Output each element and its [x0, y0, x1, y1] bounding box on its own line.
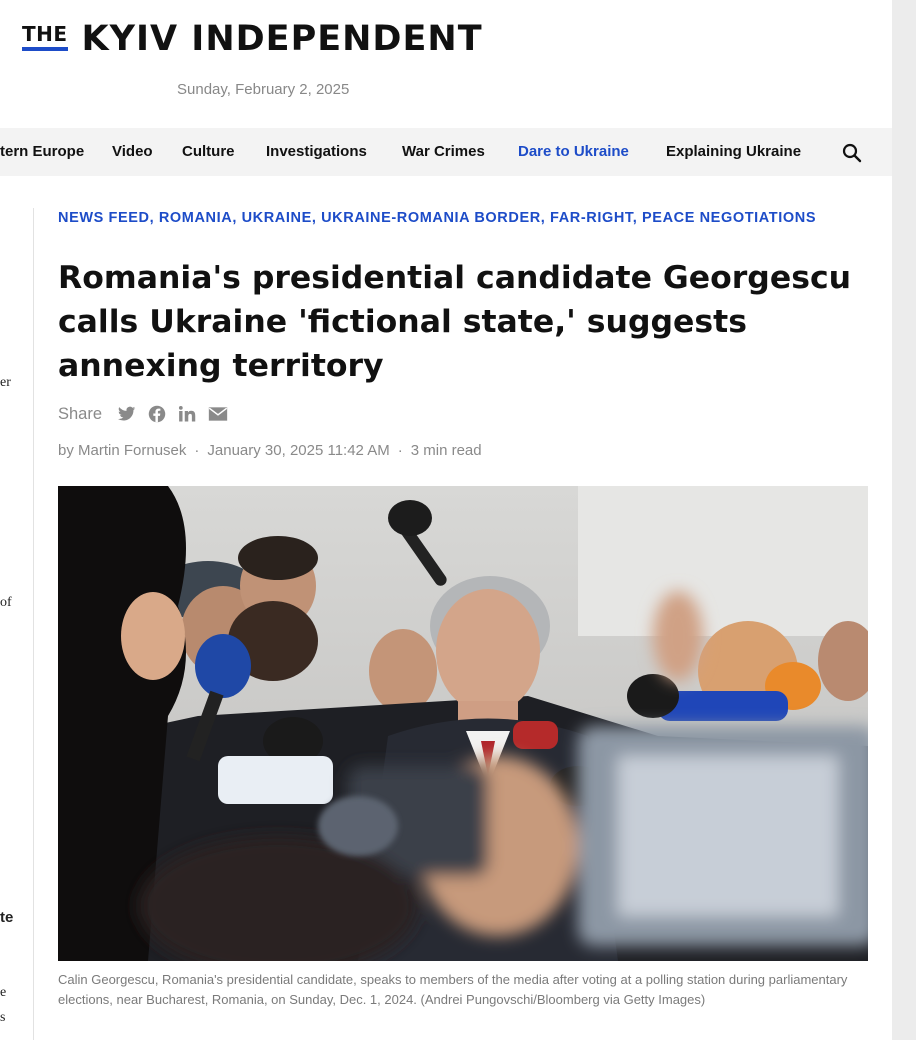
- byline-separator: ·: [397, 442, 403, 459]
- nav-item-investigations[interactable]: Investigations: [266, 143, 367, 160]
- logo-name: KYIV INDEPENDENT: [81, 19, 483, 59]
- article-headline: Romania's presidential candidate Georges…: [58, 260, 852, 384]
- facebook-icon[interactable]: [148, 405, 166, 423]
- site-logo[interactable]: THE KYIV INDEPENDENT: [22, 20, 483, 58]
- article-byline: by Martin Fornusek · January 30, 2025 11:4…: [58, 442, 482, 459]
- nav-item-dare-to-ukraine[interactable]: Dare to Ukraine: [518, 143, 629, 160]
- sidebar-divider: [33, 208, 34, 1040]
- publish-date: January 30, 2025 11:42 AM: [207, 442, 390, 459]
- page-scroll-gutter: [892, 0, 916, 1040]
- search-icon[interactable]: [842, 143, 862, 163]
- nav-item-explaining-ukraine[interactable]: Explaining Ukraine: [666, 143, 801, 160]
- image-caption: Calin Georgescu, Romania's presidential …: [58, 972, 848, 1007]
- sidebar-fragment: s: [0, 1010, 6, 1025]
- masthead: THE KYIV INDEPENDENT Sunday, February 2,…: [0, 0, 892, 128]
- sidebar-fragment: of: [0, 595, 12, 610]
- sidebar-fragment: e: [0, 985, 7, 1000]
- mail-icon[interactable]: [208, 406, 228, 422]
- twitter-icon[interactable]: [118, 406, 136, 422]
- nav-item-video[interactable]: Video: [112, 143, 153, 160]
- logo-the: THE: [22, 24, 68, 51]
- main-nav: tern Europe Video Culture Investigations…: [0, 128, 892, 176]
- sidebar-fragment: te: [0, 909, 14, 926]
- article-tags[interactable]: NEWS FEED, ROMANIA, UKRAINE, UKRAINE-ROM…: [58, 208, 858, 228]
- share-label: Share: [58, 404, 103, 423]
- article-hero-image: [58, 486, 868, 961]
- author-link[interactable]: by Martin Fornusek: [58, 442, 186, 459]
- share-bar: Share: [58, 403, 234, 425]
- byline-separator: ·: [194, 442, 200, 459]
- read-time: 3 min read: [410, 442, 482, 459]
- current-date: Sunday, February 2, 2025: [177, 81, 350, 98]
- nav-item-culture[interactable]: Culture: [182, 143, 235, 160]
- nav-item-eastern-europe[interactable]: tern Europe: [0, 143, 84, 160]
- linkedin-icon[interactable]: [178, 405, 196, 423]
- nav-item-war-crimes[interactable]: War Crimes: [402, 143, 485, 160]
- sidebar-fragment: er: [0, 375, 11, 390]
